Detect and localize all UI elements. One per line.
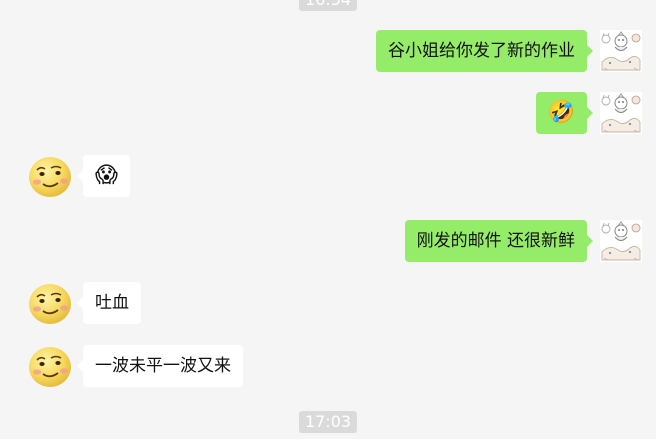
message-bubble[interactable]: 一波未平一波又来 <box>77 345 243 387</box>
message-bubble[interactable]: 吐血 <box>77 282 141 324</box>
self-avatar[interactable] <box>600 220 642 262</box>
emoji-bubble[interactable]: 😱 <box>77 155 130 197</box>
timestamp-top: 16:54 <box>298 0 358 11</box>
self-avatar[interactable] <box>600 92 642 134</box>
chat-area[interactable]: 16:54 谷小姐给你发了新的作业 🤣 😱 刚发的邮件 还很新鲜 吐血 <box>0 0 656 439</box>
contact-avatar[interactable] <box>29 155 71 197</box>
self-avatar[interactable] <box>600 30 642 72</box>
emoji-bubble[interactable]: 🤣 <box>535 92 594 134</box>
sketch-avatar-icon <box>600 30 642 72</box>
contact-avatar[interactable] <box>29 345 71 387</box>
message-bubble[interactable]: 刚发的邮件 还很新鲜 <box>404 220 594 262</box>
message-bubble[interactable]: 谷小姐给你发了新的作业 <box>376 30 593 72</box>
smiley-avatar-icon <box>29 345 71 387</box>
smiley-avatar-icon <box>29 282 71 324</box>
timestamp-bottom: 17:03 <box>298 411 358 433</box>
sketch-avatar-icon <box>600 92 642 134</box>
smiley-avatar-icon <box>29 155 71 197</box>
sketch-avatar-icon <box>600 220 642 262</box>
contact-avatar[interactable] <box>29 282 71 324</box>
